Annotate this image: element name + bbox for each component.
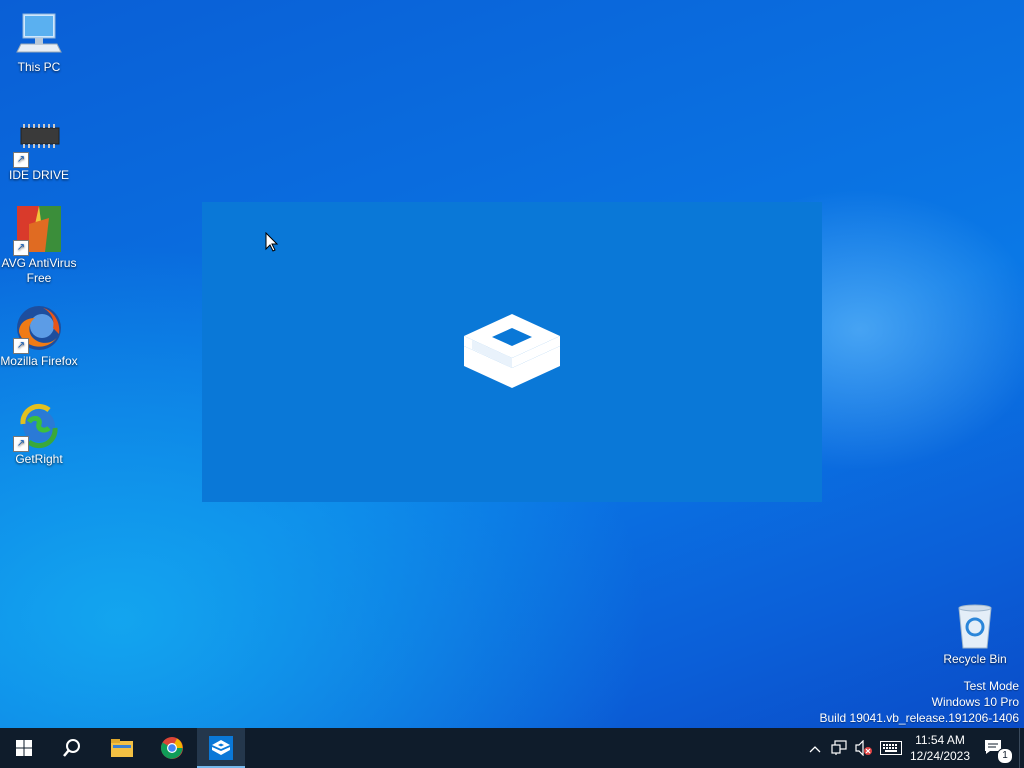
volume-button[interactable] — [852, 728, 876, 768]
network-button[interactable] — [828, 728, 850, 768]
volume-muted-icon — [855, 739, 873, 759]
clock-time: 11:54 AM — [915, 733, 965, 747]
chrome-button[interactable] — [148, 728, 196, 768]
recycle-bin-icon — [951, 602, 999, 650]
start-button[interactable] — [0, 728, 48, 768]
desktop-icon-label: Mozilla Firefox — [0, 354, 78, 368]
chip-icon: ↗ — [13, 118, 63, 168]
shortcut-arrow-icon: ↗ — [13, 436, 29, 452]
chevron-up-icon — [809, 742, 821, 756]
sandbox-taskbar-button[interactable] — [197, 728, 245, 768]
clock-date: 12/24/2023 — [909, 749, 971, 763]
avg-icon: ↗ — [13, 206, 63, 256]
keyboard-button[interactable] — [878, 728, 904, 768]
test-mode-watermark: Test Mode Windows 10 Pro Build 19041.vb_… — [820, 678, 1020, 726]
file-explorer-button[interactable] — [98, 728, 146, 768]
show-desktop-button[interactable] — [1019, 728, 1024, 768]
chrome-icon — [160, 736, 184, 765]
clock[interactable]: 11:54 AM 12/24/2023 — [906, 728, 974, 768]
desktop-icon-label: Recycle Bin — [943, 652, 1007, 666]
sandbox-logo-icon — [462, 312, 562, 392]
watermark-line-1: Test Mode — [963, 679, 1019, 693]
shortcut-arrow-icon: ↗ — [13, 152, 29, 168]
taskbar: 11:54 AM 12/24/2023 1 — [0, 728, 1024, 768]
desktop-icon-label: IDE DRIVE — [8, 168, 69, 182]
watermark-line-3: Build 19041.vb_release.191206-1406 — [819, 711, 1020, 725]
desktop-icon-label: GetRight — [15, 452, 63, 466]
desktop-icon-label: AVG AntiVirus Free — [1, 256, 77, 285]
mouse-cursor-icon — [265, 231, 279, 257]
desktop-icon-label: This PC — [17, 60, 61, 74]
keyboard-icon — [880, 741, 902, 758]
sandbox-splash-window — [202, 202, 822, 502]
network-icon — [831, 740, 847, 759]
desktop-icon-avg[interactable]: ↗ AVG AntiVirus Free — [0, 206, 78, 286]
show-hidden-icons-button[interactable] — [806, 728, 824, 768]
file-explorer-icon — [111, 739, 133, 762]
search-button[interactable] — [48, 728, 96, 768]
shortcut-arrow-icon: ↗ — [13, 338, 29, 354]
firefox-icon: ↗ — [13, 304, 63, 354]
desktop-icon-ide-drive[interactable]: ↗ IDE DRIVE — [0, 118, 78, 183]
computer-icon — [15, 10, 63, 58]
desktop-icon-getright[interactable]: ↗ GetRight — [0, 402, 78, 467]
windows-logo-icon — [16, 740, 32, 761]
sandbox-icon — [209, 736, 233, 765]
watermark-line-2: Windows 10 Pro — [931, 695, 1019, 709]
search-icon — [62, 738, 82, 763]
getright-icon: ↗ — [13, 402, 63, 452]
notification-count-badge: 1 — [997, 748, 1013, 764]
desktop-icon-recycle-bin[interactable]: Recycle Bin — [936, 602, 1014, 667]
action-center-button[interactable]: 1 — [978, 728, 1018, 768]
desktop-icon-firefox[interactable]: ↗ Mozilla Firefox — [0, 304, 78, 369]
shortcut-arrow-icon: ↗ — [13, 240, 29, 256]
desktop-icon-this-pc[interactable]: This PC — [0, 10, 78, 75]
